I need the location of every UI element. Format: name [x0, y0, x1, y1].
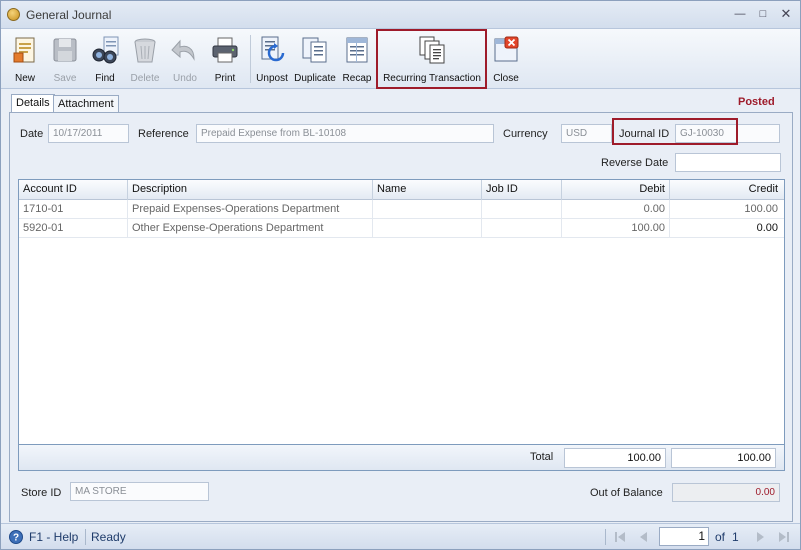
- currency-field[interactable]: USD: [561, 124, 612, 143]
- date-label: Date: [20, 128, 44, 140]
- tab-details[interactable]: Details: [11, 94, 55, 113]
- cell-job-id: [482, 219, 562, 238]
- grid-header: Account ID Description Name Job ID Debit…: [19, 180, 784, 200]
- app-icon: [7, 8, 20, 21]
- date-field[interactable]: 10/17/2011: [48, 124, 129, 143]
- out-of-balance-field: 0.00: [672, 483, 780, 502]
- reference-field[interactable]: Prepaid Expense from BL-10108: [196, 124, 494, 143]
- cell-name: [373, 200, 482, 219]
- status-bar: ? F1 - Help Ready 1 of 1: [1, 523, 800, 549]
- column-account-id[interactable]: Account ID: [19, 180, 128, 200]
- save-button[interactable]: Save: [45, 31, 85, 87]
- journal-id-highlight: [612, 118, 738, 145]
- cell-credit: 0.00: [756, 222, 778, 234]
- posted-status: Posted: [738, 96, 775, 108]
- reverse-date-field[interactable]: [675, 153, 781, 172]
- first-page-icon[interactable]: [613, 530, 627, 544]
- find-button[interactable]: Find: [85, 31, 125, 87]
- recap-icon: [346, 37, 368, 63]
- out-of-balance-label: Out of Balance: [590, 487, 663, 499]
- cell-description: Other Expense-Operations Department: [128, 219, 373, 238]
- binoculars-icon: [92, 36, 119, 64]
- duplicate-button[interactable]: Duplicate: [293, 31, 337, 87]
- close-window-icon: [494, 36, 519, 62]
- ready-status: Ready: [91, 530, 126, 544]
- column-name[interactable]: Name: [373, 180, 482, 200]
- unpost-icon: [261, 36, 285, 62]
- duplicate-icon: [302, 37, 327, 63]
- cell-account-id: 1710-01: [19, 200, 128, 219]
- toolbar-separator: [250, 35, 251, 83]
- reference-label: Reference: [138, 128, 189, 140]
- print-button[interactable]: Print: [205, 31, 245, 87]
- undo-arrow-icon: [171, 39, 195, 61]
- undo-button[interactable]: Undo: [165, 31, 205, 87]
- help-shortcut[interactable]: F1 - Help: [29, 530, 78, 544]
- cell-debit: 0.00: [562, 200, 670, 219]
- help-icon[interactable]: ?: [9, 530, 23, 544]
- recurring-transaction-highlight: [376, 29, 487, 89]
- last-page-icon[interactable]: [777, 530, 791, 544]
- total-label: Total: [530, 451, 554, 463]
- currency-label: Currency: [503, 128, 548, 140]
- new-document-icon: [13, 37, 35, 63]
- store-id-field[interactable]: MA STORE: [70, 482, 209, 501]
- unpost-button[interactable]: Unpost: [253, 31, 291, 87]
- floppy-disk-icon: [53, 38, 77, 62]
- close-button[interactable]: Close: [487, 31, 525, 87]
- column-job-id[interactable]: Job ID: [482, 180, 562, 200]
- previous-page-icon[interactable]: [637, 530, 651, 544]
- page-number-input[interactable]: 1: [659, 527, 709, 546]
- next-page-icon[interactable]: [753, 530, 767, 544]
- column-credit[interactable]: Credit: [670, 180, 782, 200]
- new-button[interactable]: New: [5, 31, 45, 87]
- statusbar-separator: [605, 529, 606, 545]
- column-debit[interactable]: Debit: [562, 180, 670, 200]
- page-of-label: of: [715, 530, 726, 544]
- maximize-icon[interactable]: □: [754, 6, 772, 22]
- printer-icon: [212, 37, 238, 63]
- general-journal-window: General Journal — □ ✕ New Save Find Dele…: [0, 0, 801, 550]
- total-credit: 100.00: [671, 448, 776, 468]
- cell-credit: 100.00: [744, 203, 778, 215]
- cell-name: [373, 219, 482, 238]
- table-row[interactable]: 1710-01 Prepaid Expenses-Operations Depa…: [19, 200, 784, 219]
- table-row[interactable]: 5920-01 Other Expense-Operations Departm…: [19, 219, 784, 238]
- statusbar-separator: [85, 529, 86, 545]
- total-debit: 100.00: [564, 448, 666, 468]
- title-bar: General Journal — □ ✕: [1, 1, 800, 29]
- minimize-icon[interactable]: —: [731, 6, 749, 22]
- column-description[interactable]: Description: [128, 180, 373, 200]
- cell-job-id: [482, 200, 562, 219]
- close-icon[interactable]: ✕: [777, 6, 795, 22]
- recap-button[interactable]: Recap: [339, 31, 375, 87]
- delete-button[interactable]: Delete: [125, 31, 165, 87]
- cell-account-id: 5920-01: [19, 219, 128, 238]
- tab-attachment[interactable]: Attachment: [53, 95, 119, 113]
- totals-bar: Total 100.00 100.00: [18, 445, 785, 471]
- cell-debit: 100.00: [562, 219, 670, 238]
- trash-can-icon: [134, 38, 156, 63]
- svg-text:?: ?: [13, 533, 19, 544]
- store-id-label: Store ID: [21, 487, 62, 499]
- reverse-date-label: Reverse Date: [601, 157, 669, 169]
- journal-lines-grid: Account ID Description Name Job ID Debit…: [18, 179, 785, 445]
- page-total: 1: [732, 530, 739, 544]
- window-title: General Journal: [26, 8, 112, 22]
- cell-description: Prepaid Expenses-Operations Department: [128, 200, 373, 219]
